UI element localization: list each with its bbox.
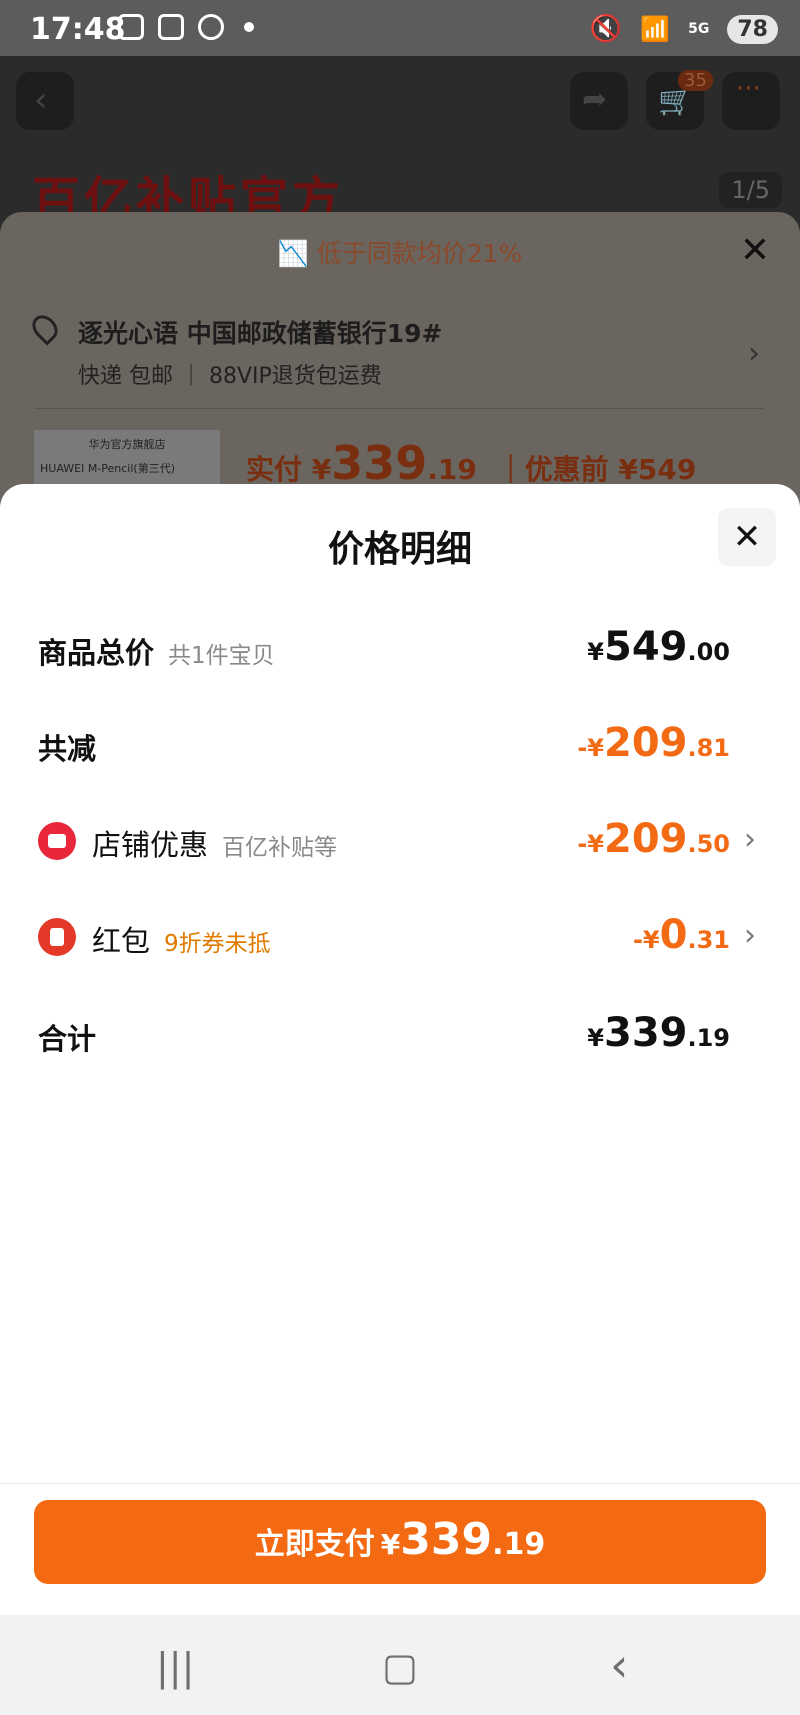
system-back-icon[interactable]: ‹ — [610, 1638, 628, 1692]
row-red-packet[interactable]: 红包 9折券未抵 — [92, 918, 271, 960]
order-sheet-close-icon[interactable]: ✕ — [740, 230, 770, 271]
store-icon — [38, 822, 76, 860]
mute-icon: 🔇 — [589, 14, 623, 44]
home-icon[interactable]: ▢ — [382, 1645, 418, 1689]
pay-now-button[interactable]: 立即支付 ¥339.19 — [34, 1500, 766, 1584]
screenshot-icon — [118, 14, 144, 40]
divider — [34, 408, 764, 409]
product-thumbnail: 华为官方旗舰店 HUAWEI M-Pencil(第三代) — [34, 430, 220, 490]
image-pager: 1/5 — [719, 172, 782, 208]
close-icon: ✕ — [732, 517, 762, 557]
grand-total-value: ¥339.19 — [587, 1010, 730, 1056]
back-button[interactable]: ‹ — [16, 72, 74, 130]
delivery-address[interactable]: 逐光心语 中国邮政储蓄银行19# — [78, 314, 442, 350]
red-packet-icon — [38, 918, 76, 956]
notification-dot-icon — [244, 22, 254, 32]
shipping-info: 快递 包邮 ｜ 88VIP退货包运费 — [78, 364, 382, 389]
red-packet-value[interactable]: -¥0.31 — [633, 912, 730, 958]
wifi-icon: 📶 — [640, 15, 671, 43]
thumb-store: 华为官方旗舰店 — [88, 438, 166, 451]
cart-badge: 35 — [678, 70, 713, 91]
total-discount-value: -¥209.81 — [577, 720, 730, 766]
status-time: 17:48 — [30, 12, 126, 47]
battery-level: 78 — [727, 14, 778, 44]
chevron-right-icon[interactable]: › — [744, 822, 756, 857]
more-button[interactable]: ··· — [722, 72, 780, 130]
network-type: 5G — [688, 21, 710, 37]
trend-icon: 📉 — [277, 239, 309, 268]
total-goods-value: ¥549.00 — [587, 624, 730, 670]
compass-icon — [198, 14, 224, 40]
status-bar: 17:48 🔇 📶 5G 78 — [0, 0, 800, 56]
row-total-discount: 共减 — [38, 732, 97, 766]
address-chevron-icon[interactable]: › — [748, 336, 760, 371]
recent-apps-icon[interactable]: ||| — [156, 1645, 194, 1689]
share-button[interactable]: ➦ — [570, 72, 628, 130]
chevron-right-icon[interactable]: › — [744, 918, 756, 953]
store-discount-value[interactable]: -¥209.50 — [577, 816, 730, 862]
more-icon: ··· — [736, 74, 761, 104]
row-grand-total: 合计 — [38, 1022, 97, 1056]
sheet-title: 价格明细 — [327, 529, 472, 570]
row-total-goods: 商品总价 共1件宝贝 — [38, 636, 275, 670]
order-price: 实付 ¥339.19 ｜优惠前 ¥549 — [246, 436, 697, 490]
price-comparison-hint: 低于同款均价21% — [316, 239, 523, 268]
row-store-discount[interactable]: 店铺优惠 百亿补贴等 — [92, 822, 337, 864]
back-arrow-icon: ‹ — [34, 80, 48, 120]
cart-button[interactable]: 🛒 35 — [646, 70, 713, 130]
footer-divider — [0, 1483, 800, 1484]
scan-icon — [158, 14, 184, 40]
sheet-close-button[interactable]: ✕ — [718, 508, 776, 566]
thumb-product: HUAWEI M-Pencil(第三代) — [40, 462, 175, 475]
share-icon: ➦ — [582, 82, 608, 117]
